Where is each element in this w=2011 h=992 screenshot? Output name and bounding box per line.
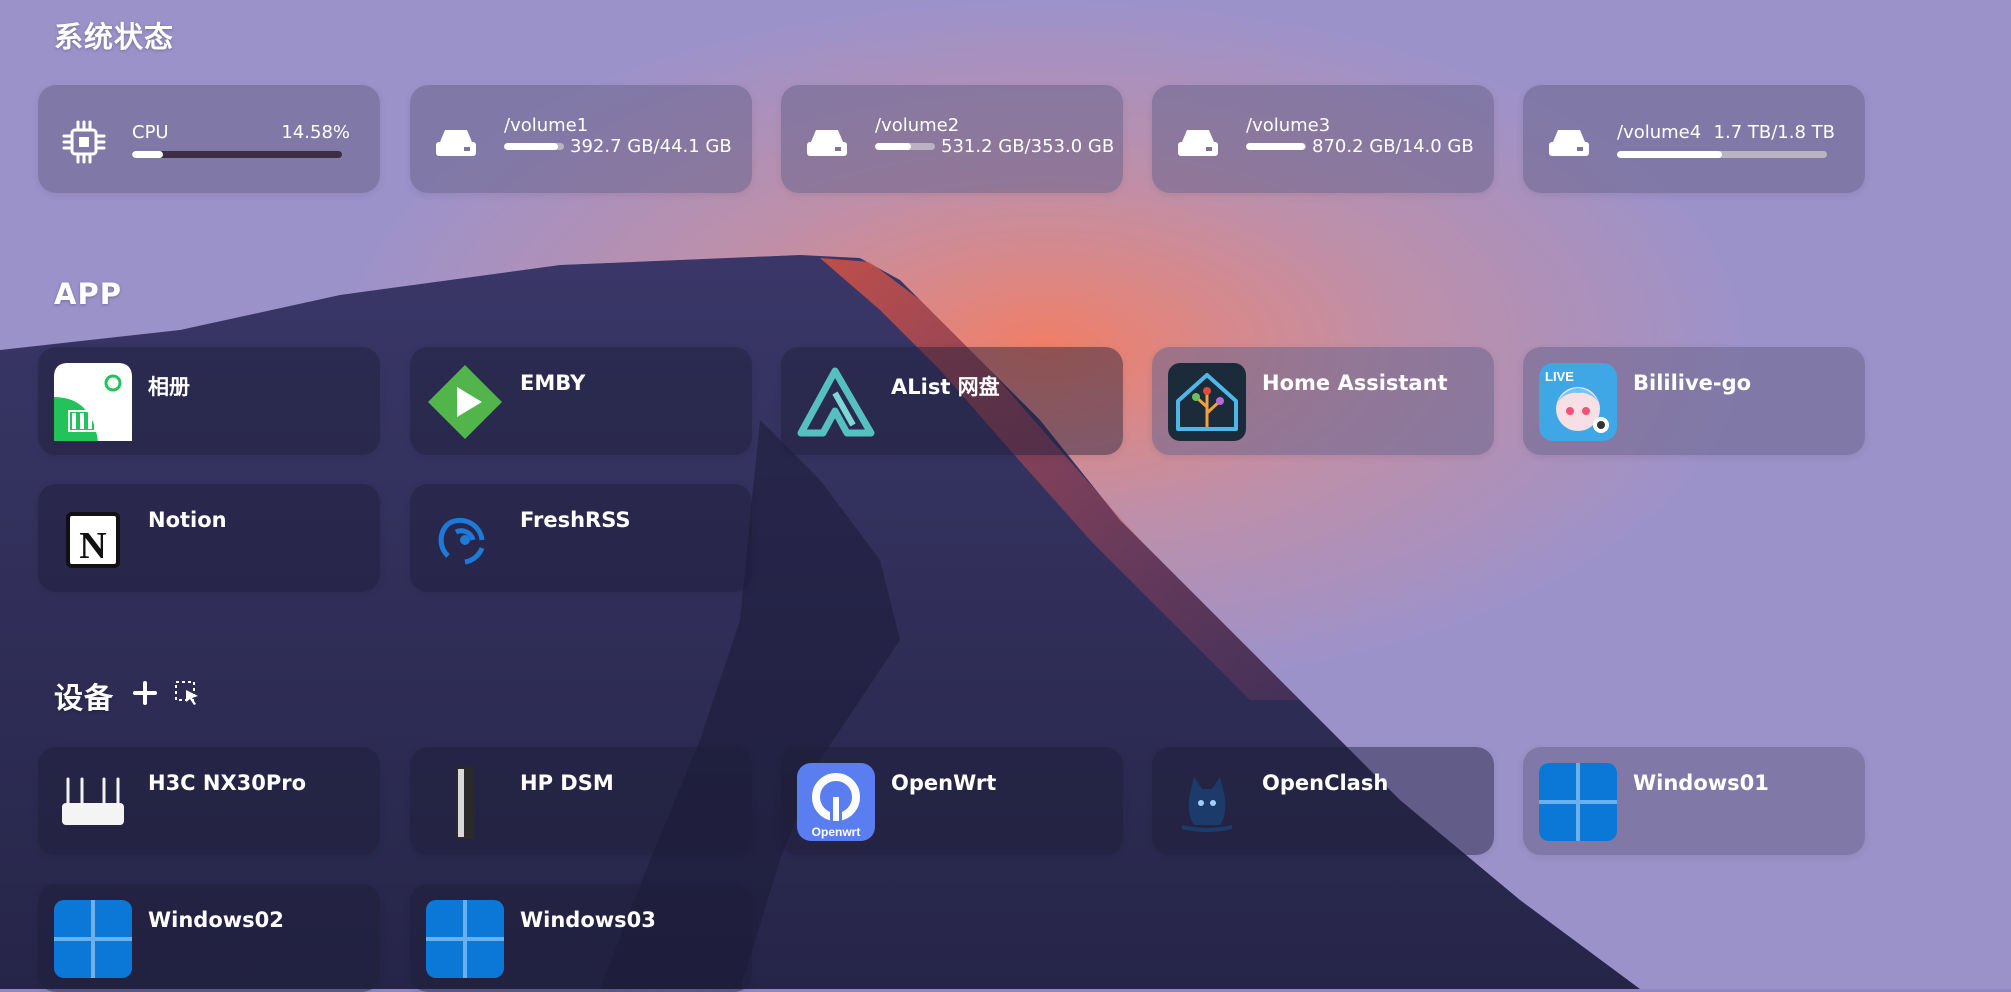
device-card-hp-dsm[interactable]: HP DSM — [410, 747, 752, 855]
device-label-openwrt: OpenWrt — [891, 771, 997, 795]
system-status-title: 系统状态 — [54, 20, 175, 54]
app-card-alist[interactable]: AList 网盘 — [781, 347, 1123, 455]
app-label-notion: Notion — [148, 508, 227, 532]
openclash-cat-icon — [1181, 777, 1233, 832]
device-card-windows02[interactable]: Windows02 — [38, 884, 380, 992]
volume4-label: /volume4 — [1617, 122, 1702, 143]
cpu-usage-bar — [132, 151, 342, 158]
app-label-home-assistant: Home Assistant — [1262, 371, 1448, 395]
svg-text:Openwrt: Openwrt — [812, 825, 861, 839]
freshrss-icon — [438, 517, 485, 565]
volume2-usage-bar — [875, 143, 935, 150]
devices-section-title: 设备 — [54, 681, 115, 715]
notion-icon: N — [66, 512, 120, 568]
hard-drive-icon — [436, 130, 476, 156]
cpu-label: CPU — [132, 122, 169, 143]
router-icon — [62, 777, 124, 825]
volume1-label: /volume1 — [504, 115, 589, 136]
alist-icon — [797, 367, 875, 437]
photo-album-icon — [54, 363, 132, 441]
volume1-usage-value: 392.7 GB/44.1 GB — [570, 136, 732, 157]
device-label-hp-dsm: HP DSM — [520, 771, 614, 795]
volume4-usage-bar — [1617, 151, 1827, 158]
volume4-card: /volume4 1.7 TB/1.8 TB — [1523, 85, 1865, 193]
hard-drive-icon — [807, 130, 847, 156]
app-label-emby: EMBY — [520, 371, 586, 395]
device-label-openclash: OpenClash — [1262, 771, 1389, 795]
svg-text:LIVE: LIVE — [1545, 369, 1574, 384]
app-label-photos: 相册 — [148, 375, 190, 399]
cpu-chip-icon — [62, 120, 106, 164]
app-label-freshrss: FreshRSS — [520, 508, 631, 532]
select-devices-icon[interactable] — [174, 680, 200, 706]
windows-icon — [426, 900, 504, 978]
volume1-card: /volume1 392.7 GB/44.1 GB — [410, 85, 752, 193]
app-label-alist: AList 网盘 — [891, 375, 1000, 399]
cpu-usage-value: 14.58% — [281, 122, 350, 143]
app-card-home-assistant[interactable]: Home Assistant — [1152, 347, 1494, 455]
cpu-status-card: CPU 14.58% — [38, 85, 380, 193]
device-card-openclash[interactable]: OpenClash — [1152, 747, 1494, 855]
hard-drive-icon — [1178, 130, 1218, 156]
device-label-windows02: Windows02 — [148, 908, 284, 932]
home-assistant-icon — [1168, 363, 1246, 441]
windows-icon — [54, 900, 132, 978]
volume3-card: /volume3 870.2 GB/14.0 GB — [1152, 85, 1494, 193]
svg-text:N: N — [79, 525, 106, 567]
emby-icon — [428, 365, 502, 439]
server-tower-icon — [456, 767, 474, 839]
app-card-notion[interactable]: N Notion — [38, 484, 380, 592]
volume3-usage-bar — [1246, 143, 1306, 150]
volume1-usage-bar — [504, 143, 564, 150]
openwrt-icon: Openwrt — [797, 763, 875, 841]
device-label-windows01: Windows01 — [1633, 771, 1769, 795]
app-card-freshrss[interactable]: FreshRSS — [410, 484, 752, 592]
volume2-card: /volume2 531.2 GB/353.0 GB — [781, 85, 1123, 193]
volume2-usage-value: 531.2 GB/353.0 GB — [941, 136, 1115, 157]
device-label-h3c: H3C NX30Pro — [148, 771, 307, 795]
device-card-windows03[interactable]: Windows03 — [410, 884, 752, 992]
app-label-bililive: Bililive-go — [1633, 371, 1752, 395]
app-card-bililive[interactable]: LIVE Bililive-go — [1523, 347, 1865, 455]
app-card-photos[interactable]: 相册 — [38, 347, 380, 455]
device-card-h3c[interactable]: H3C NX30Pro — [38, 747, 380, 855]
volume3-label: /volume3 — [1246, 115, 1331, 136]
volume3-usage-value: 870.2 GB/14.0 GB — [1312, 136, 1474, 157]
app-card-emby[interactable]: EMBY — [410, 347, 752, 455]
device-card-windows01[interactable]: Windows01 — [1523, 747, 1865, 855]
device-card-openwrt[interactable]: Openwrt OpenWrt — [781, 747, 1123, 855]
volume2-label: /volume2 — [875, 115, 960, 136]
app-section-title: APP — [54, 277, 122, 311]
bililive-icon: LIVE — [1539, 363, 1617, 441]
windows-icon — [1539, 763, 1617, 841]
device-label-windows03: Windows03 — [520, 908, 656, 932]
add-device-icon[interactable] — [132, 680, 158, 706]
volume4-usage-value: 1.7 TB/1.8 TB — [1713, 122, 1835, 143]
hard-drive-icon — [1549, 130, 1589, 156]
